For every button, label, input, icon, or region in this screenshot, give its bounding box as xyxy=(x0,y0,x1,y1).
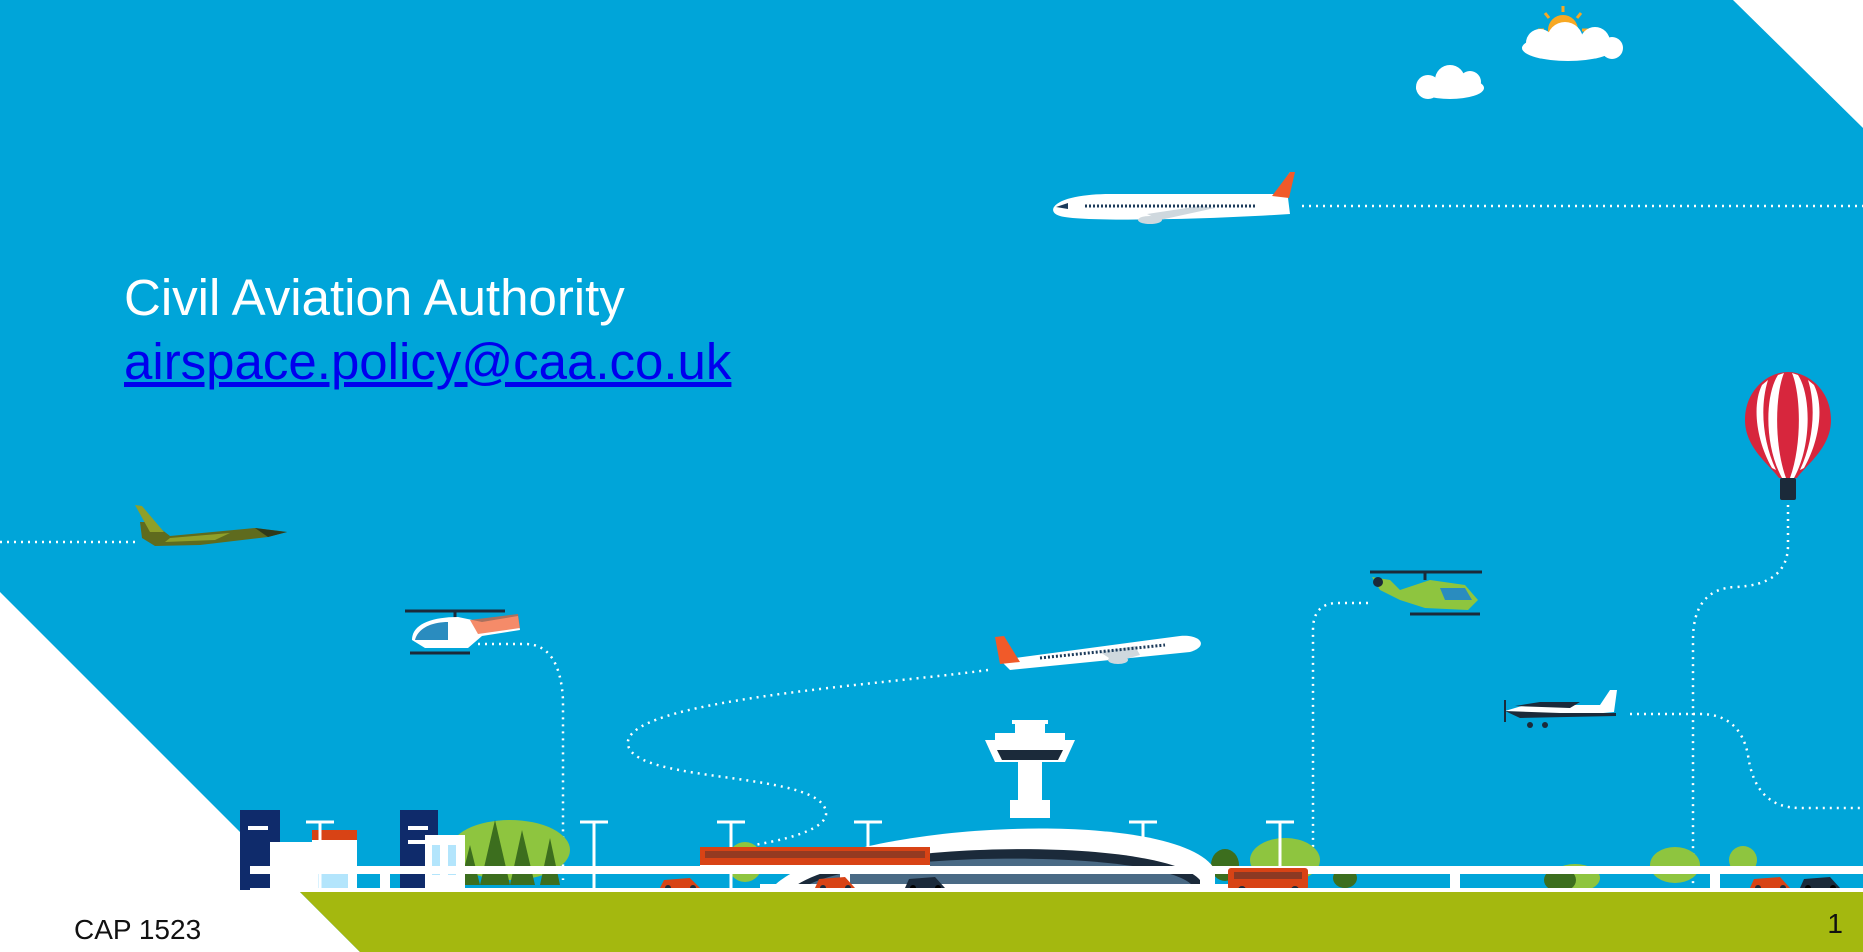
slide: Civil Aviation Authority airspace.policy… xyxy=(0,0,1863,952)
train-icon xyxy=(700,847,930,867)
guideway xyxy=(250,866,1863,874)
document-reference: CAP 1523 xyxy=(74,914,202,945)
airport-illustration xyxy=(0,0,1863,952)
road xyxy=(250,888,1863,892)
page-number: 1 xyxy=(1827,908,1843,939)
ground xyxy=(300,892,1863,952)
contact-email-link[interactable]: airspace.policy@caa.co.uk xyxy=(124,332,731,392)
slide-title: Civil Aviation Authority xyxy=(124,269,625,326)
sky-background xyxy=(0,0,1863,952)
